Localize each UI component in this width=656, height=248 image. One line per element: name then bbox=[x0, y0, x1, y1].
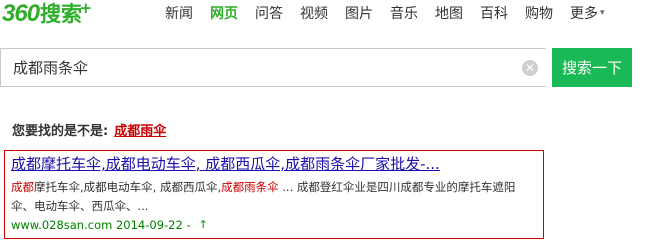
result-snippet: 成都摩托车伞,成都电动车伞, 成都西瓜伞,成都雨条伞 ... 成都登红伞业是四川… bbox=[11, 178, 537, 216]
nav-more-label: 更多 bbox=[570, 6, 598, 22]
clear-icon[interactable]: ✕ bbox=[522, 60, 538, 76]
logo-number: 360 bbox=[2, 0, 40, 27]
snippet-highlight: 成都 bbox=[11, 180, 34, 194]
nav-item[interactable]: 新闻 bbox=[165, 3, 193, 23]
spelling-suggestion: 您要找的是不是: 成都雨伞 bbox=[12, 120, 166, 139]
search-input[interactable] bbox=[1, 49, 506, 86]
nav-item[interactable]: 地图 bbox=[435, 3, 463, 23]
nav-item[interactable]: 问答 bbox=[255, 3, 283, 23]
result-title-link[interactable]: 成都摩托车伞,成都电动车伞, 成都西瓜伞,成都雨条伞厂家批发-... bbox=[11, 154, 537, 174]
nav-bar: 新闻 网页 问答 视频 图片 音乐 地图 百科 购物 更多 ▾ bbox=[165, 0, 622, 26]
suggestion-link[interactable]: 成都雨伞 bbox=[114, 124, 166, 139]
nav-item[interactable]: 音乐 bbox=[390, 3, 418, 23]
nav-item[interactable]: 购物 bbox=[525, 3, 553, 23]
snippet-text: 摩托车伞,成都电动车伞, 成都西瓜伞, bbox=[34, 180, 222, 194]
up-arrow-icon[interactable]: ↑ bbox=[199, 216, 208, 234]
logo-text: 搜索 bbox=[40, 2, 83, 26]
search-box: ✕ bbox=[0, 48, 546, 87]
nav-item[interactable]: 图片 bbox=[345, 3, 373, 23]
snippet-highlight: 成都雨条伞 bbox=[221, 180, 279, 194]
nav-item[interactable]: 百科 bbox=[480, 3, 508, 23]
suggestion-prefix: 您要找的是不是: bbox=[12, 124, 109, 139]
result-url[interactable]: www.028san.com 2014-09-22 - bbox=[11, 216, 191, 234]
logo-plus-icon: + bbox=[79, 0, 93, 17]
nav-item[interactable]: 视频 bbox=[300, 3, 328, 23]
nav-more[interactable]: 更多 ▾ bbox=[570, 3, 605, 23]
search-button[interactable]: 搜索一下 bbox=[552, 48, 632, 87]
chevron-down-icon: ▾ bbox=[600, 8, 605, 18]
search-result: 成都摩托车伞,成都电动车伞, 成都西瓜伞,成都雨条伞厂家批发-... 成都摩托车… bbox=[4, 150, 544, 239]
logo-360[interactable]: 360 搜索 + bbox=[2, 0, 92, 28]
result-url-line: www.028san.com 2014-09-22 - ↑ bbox=[11, 216, 537, 234]
nav-item[interactable]: 网页 bbox=[210, 3, 238, 23]
